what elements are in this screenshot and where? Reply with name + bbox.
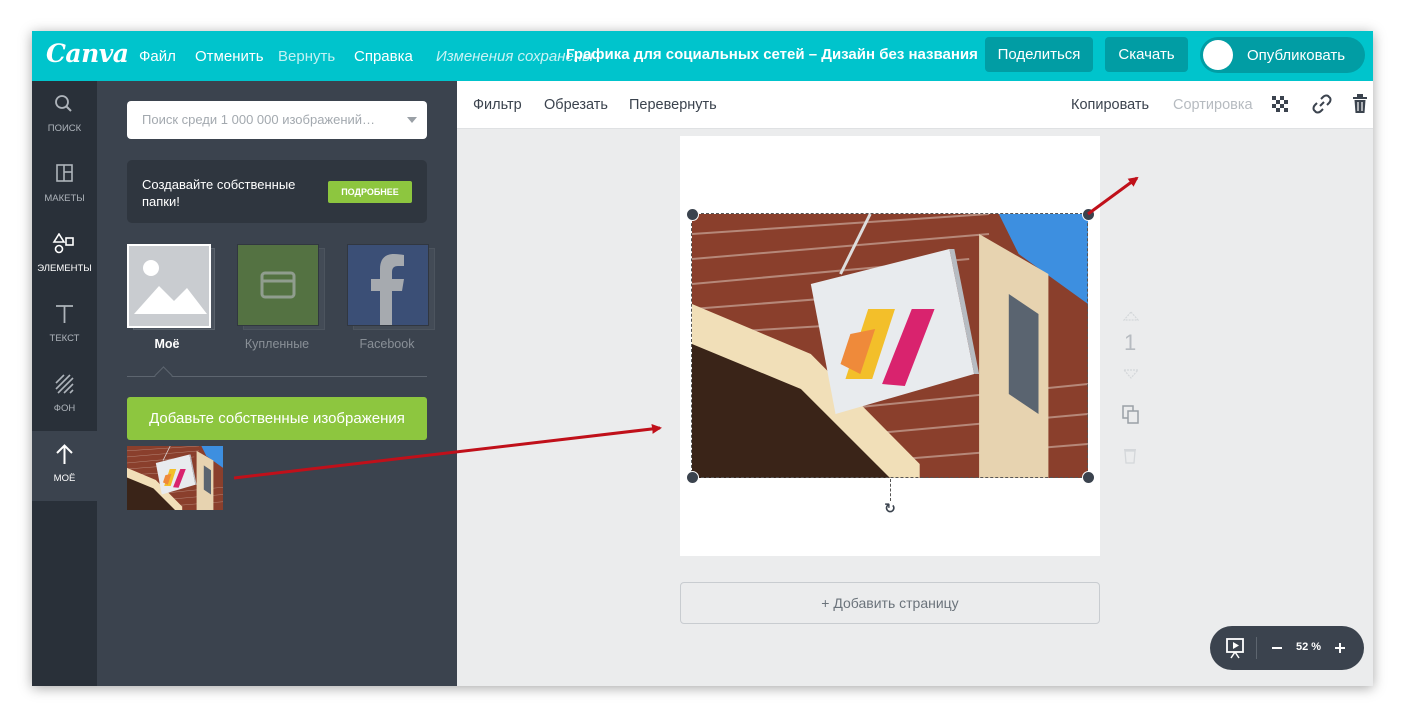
drag-arrow bbox=[233, 423, 662, 480]
resize-arrow bbox=[1087, 176, 1139, 216]
annotation-arrows bbox=[233, 176, 1139, 480]
